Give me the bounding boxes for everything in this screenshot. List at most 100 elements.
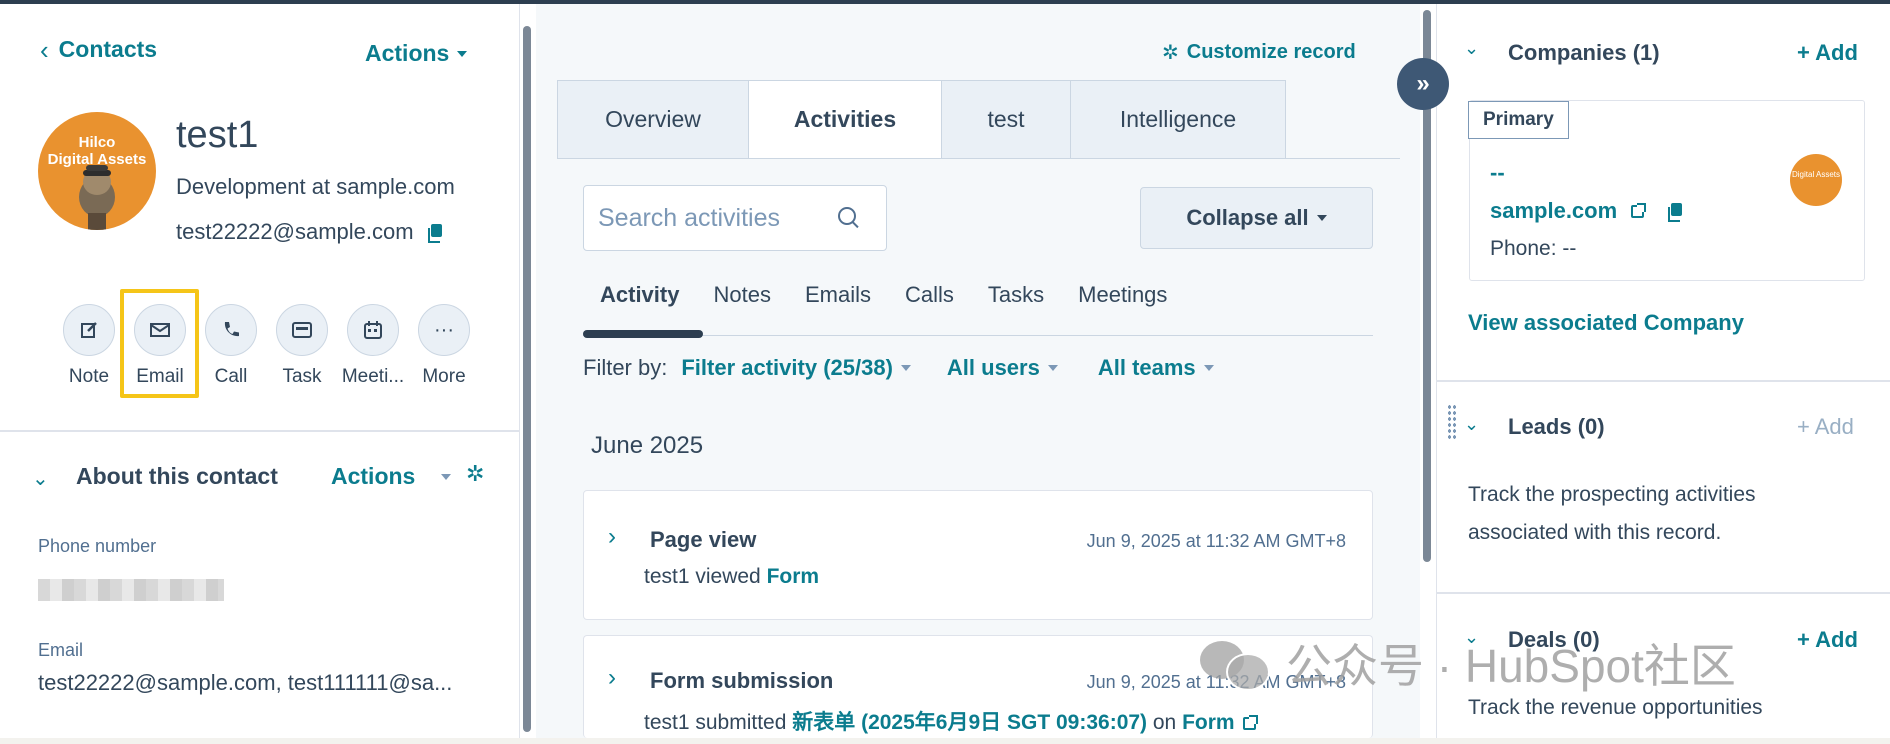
contact-email-row: test22222@sample.com — [176, 219, 442, 245]
activity-tab-active-indicator — [583, 330, 703, 338]
add-lead-button[interactable]: + Add — [1797, 414, 1854, 440]
more-action-button[interactable]: ··· More — [417, 304, 471, 388]
contact-email: test22222@sample.com — [176, 219, 414, 244]
contact-name: test1 — [176, 114, 259, 156]
company-domain-row: sample.com — [1490, 198, 1683, 224]
companies-section-title[interactable]: Companies (1) — [1508, 40, 1660, 66]
deals-description: Track the revenue opportunities — [1468, 696, 1763, 719]
note-action-label: Note — [68, 366, 110, 387]
add-deal-button[interactable]: + Add — [1797, 627, 1858, 653]
filter-row: Filter by: Filter activity (25/38) All u… — [583, 355, 1214, 381]
section-divider — [1436, 380, 1890, 382]
deals-section-title[interactable]: Deals (0) — [1508, 627, 1600, 653]
search-activities-input[interactable]: Search activities — [583, 185, 887, 251]
company-name-link[interactable]: -- — [1490, 160, 1505, 186]
chevron-down-icon[interactable]: ⌄ — [32, 466, 49, 491]
filter-activity-dropdown[interactable]: Filter activity (25/38) — [681, 355, 911, 381]
email-action-button[interactable]: Email — [133, 304, 187, 388]
activity-timestamp: Jun 9, 2025 at 11:32 AM GMT+8 — [1086, 531, 1346, 551]
chevron-down-icon[interactable]: ⌄ — [1464, 414, 1479, 435]
tab-activities[interactable]: Activities — [749, 80, 942, 159]
phone-number-label: Phone number — [38, 536, 157, 556]
filter-by-label: Filter by: — [583, 355, 668, 380]
chevron-right-icon[interactable]: › — [608, 523, 616, 551]
task-action-button[interactable]: Task — [275, 304, 329, 388]
tab-activity[interactable]: Activity — [600, 282, 679, 308]
actions-label: Actions — [365, 40, 450, 66]
customize-record-label: Customize record — [1186, 41, 1356, 63]
back-to-contacts-link[interactable]: ‹ Contacts — [40, 36, 157, 63]
customize-record-link[interactable]: ✲ Customize record — [1162, 40, 1356, 65]
all-teams-dropdown[interactable]: All teams — [1098, 355, 1214, 381]
copy-icon[interactable] — [427, 223, 442, 243]
expand-sidebar-button[interactable]: » — [1397, 58, 1449, 110]
tabs-underline — [557, 158, 1400, 159]
record-tabs: Overview Activities test Intelligence — [557, 80, 1286, 159]
gear-icon: ✲ — [1162, 42, 1179, 64]
month-heading: June 2025 — [591, 432, 704, 459]
external-link-icon[interactable] — [1242, 714, 1258, 730]
primary-badge: Primary — [1468, 101, 1569, 139]
all-users-dropdown[interactable]: All users — [947, 355, 1058, 381]
phone-number-value-blurred[interactable] — [38, 579, 224, 601]
activity-title[interactable]: Form submission — [650, 668, 833, 694]
chevron-down-icon[interactable]: ⌄ — [1464, 38, 1479, 59]
external-link-icon[interactable] — [1631, 202, 1647, 218]
form-submission-link[interactable]: 新表单 (2025年6月9日 SGT 09:36:07) — [792, 711, 1147, 734]
phone-icon — [205, 304, 257, 356]
tab-notes[interactable]: Notes — [713, 282, 770, 308]
tab-tasks[interactable]: Tasks — [988, 282, 1044, 308]
tab-meetings[interactable]: Meetings — [1078, 282, 1167, 308]
gear-icon[interactable]: ✲ — [466, 461, 484, 487]
search-placeholder: Search activities — [598, 203, 781, 232]
chevron-down-icon[interactable]: ⌄ — [1464, 627, 1479, 648]
chevron-left-icon: ‹ — [40, 34, 49, 65]
leads-section-title[interactable]: Leads (0) — [1508, 414, 1605, 440]
search-icon — [838, 207, 860, 229]
edit-icon — [63, 304, 115, 356]
activity-title[interactable]: Page view — [650, 527, 756, 553]
caret-down-icon — [900, 365, 911, 371]
caret-down-icon — [1203, 365, 1214, 371]
contact-actions-dropdown[interactable]: Actions — [365, 40, 468, 67]
chevron-right-icon[interactable]: › — [608, 664, 616, 692]
task-icon — [276, 304, 328, 356]
copy-icon[interactable] — [1668, 202, 1683, 222]
add-company-button[interactable]: + Add — [1797, 40, 1858, 66]
call-action-label: Call — [214, 366, 248, 387]
collapse-all-button[interactable]: Collapse all — [1140, 187, 1373, 249]
about-actions-dropdown[interactable]: Actions — [331, 463, 452, 490]
meeting-action-label: Meeti... — [341, 366, 405, 387]
form-link[interactable]: Form — [1182, 711, 1235, 734]
tab-emails[interactable]: Emails — [805, 282, 871, 308]
view-associated-company-link[interactable]: View associated Company — [1468, 310, 1744, 336]
left-scrollbar[interactable] — [523, 26, 531, 732]
back-link-label: Contacts — [58, 36, 158, 62]
activity-body: test1 submitted 新表单 (2025年6月9日 SGT 09:36… — [644, 706, 1258, 736]
tab-test[interactable]: test — [942, 80, 1071, 159]
note-action-button[interactable]: Note — [62, 304, 116, 388]
activity-card-form-submission: › Form submission Jun 9, 2025 at 11:32 A… — [583, 635, 1373, 738]
tab-intelligence[interactable]: Intelligence — [1071, 80, 1286, 159]
email-property-label: Email — [38, 640, 84, 660]
tab-calls[interactable]: Calls — [905, 282, 954, 308]
meeting-action-button[interactable]: Meeti... — [342, 304, 404, 388]
leads-description: Track the prospecting activities associa… — [1468, 483, 1756, 544]
bottom-strip — [0, 738, 1890, 744]
email-property-value[interactable]: test22222@sample.com, test111111@sa... — [38, 670, 452, 696]
contact-avatar: Hilco Digital Assets — [38, 112, 156, 230]
form-link[interactable]: Form — [767, 565, 820, 588]
drag-handle-icon[interactable] — [1447, 404, 1457, 440]
caret-down-icon — [457, 50, 468, 57]
activity-body: test1 viewed Form — [644, 565, 820, 588]
company-phone: Phone: -- — [1490, 237, 1577, 260]
caret-down-icon — [1047, 365, 1058, 371]
call-action-button[interactable]: Call — [204, 304, 258, 388]
contact-job-title: Development at sample.com — [176, 174, 455, 199]
task-action-label: Task — [282, 366, 322, 387]
more-action-label: More — [422, 366, 466, 387]
tab-overview[interactable]: Overview — [557, 80, 749, 159]
about-contact-title[interactable]: About this contact — [76, 463, 278, 490]
company-domain-link[interactable]: sample.com — [1490, 198, 1617, 224]
section-divider — [1436, 592, 1890, 594]
